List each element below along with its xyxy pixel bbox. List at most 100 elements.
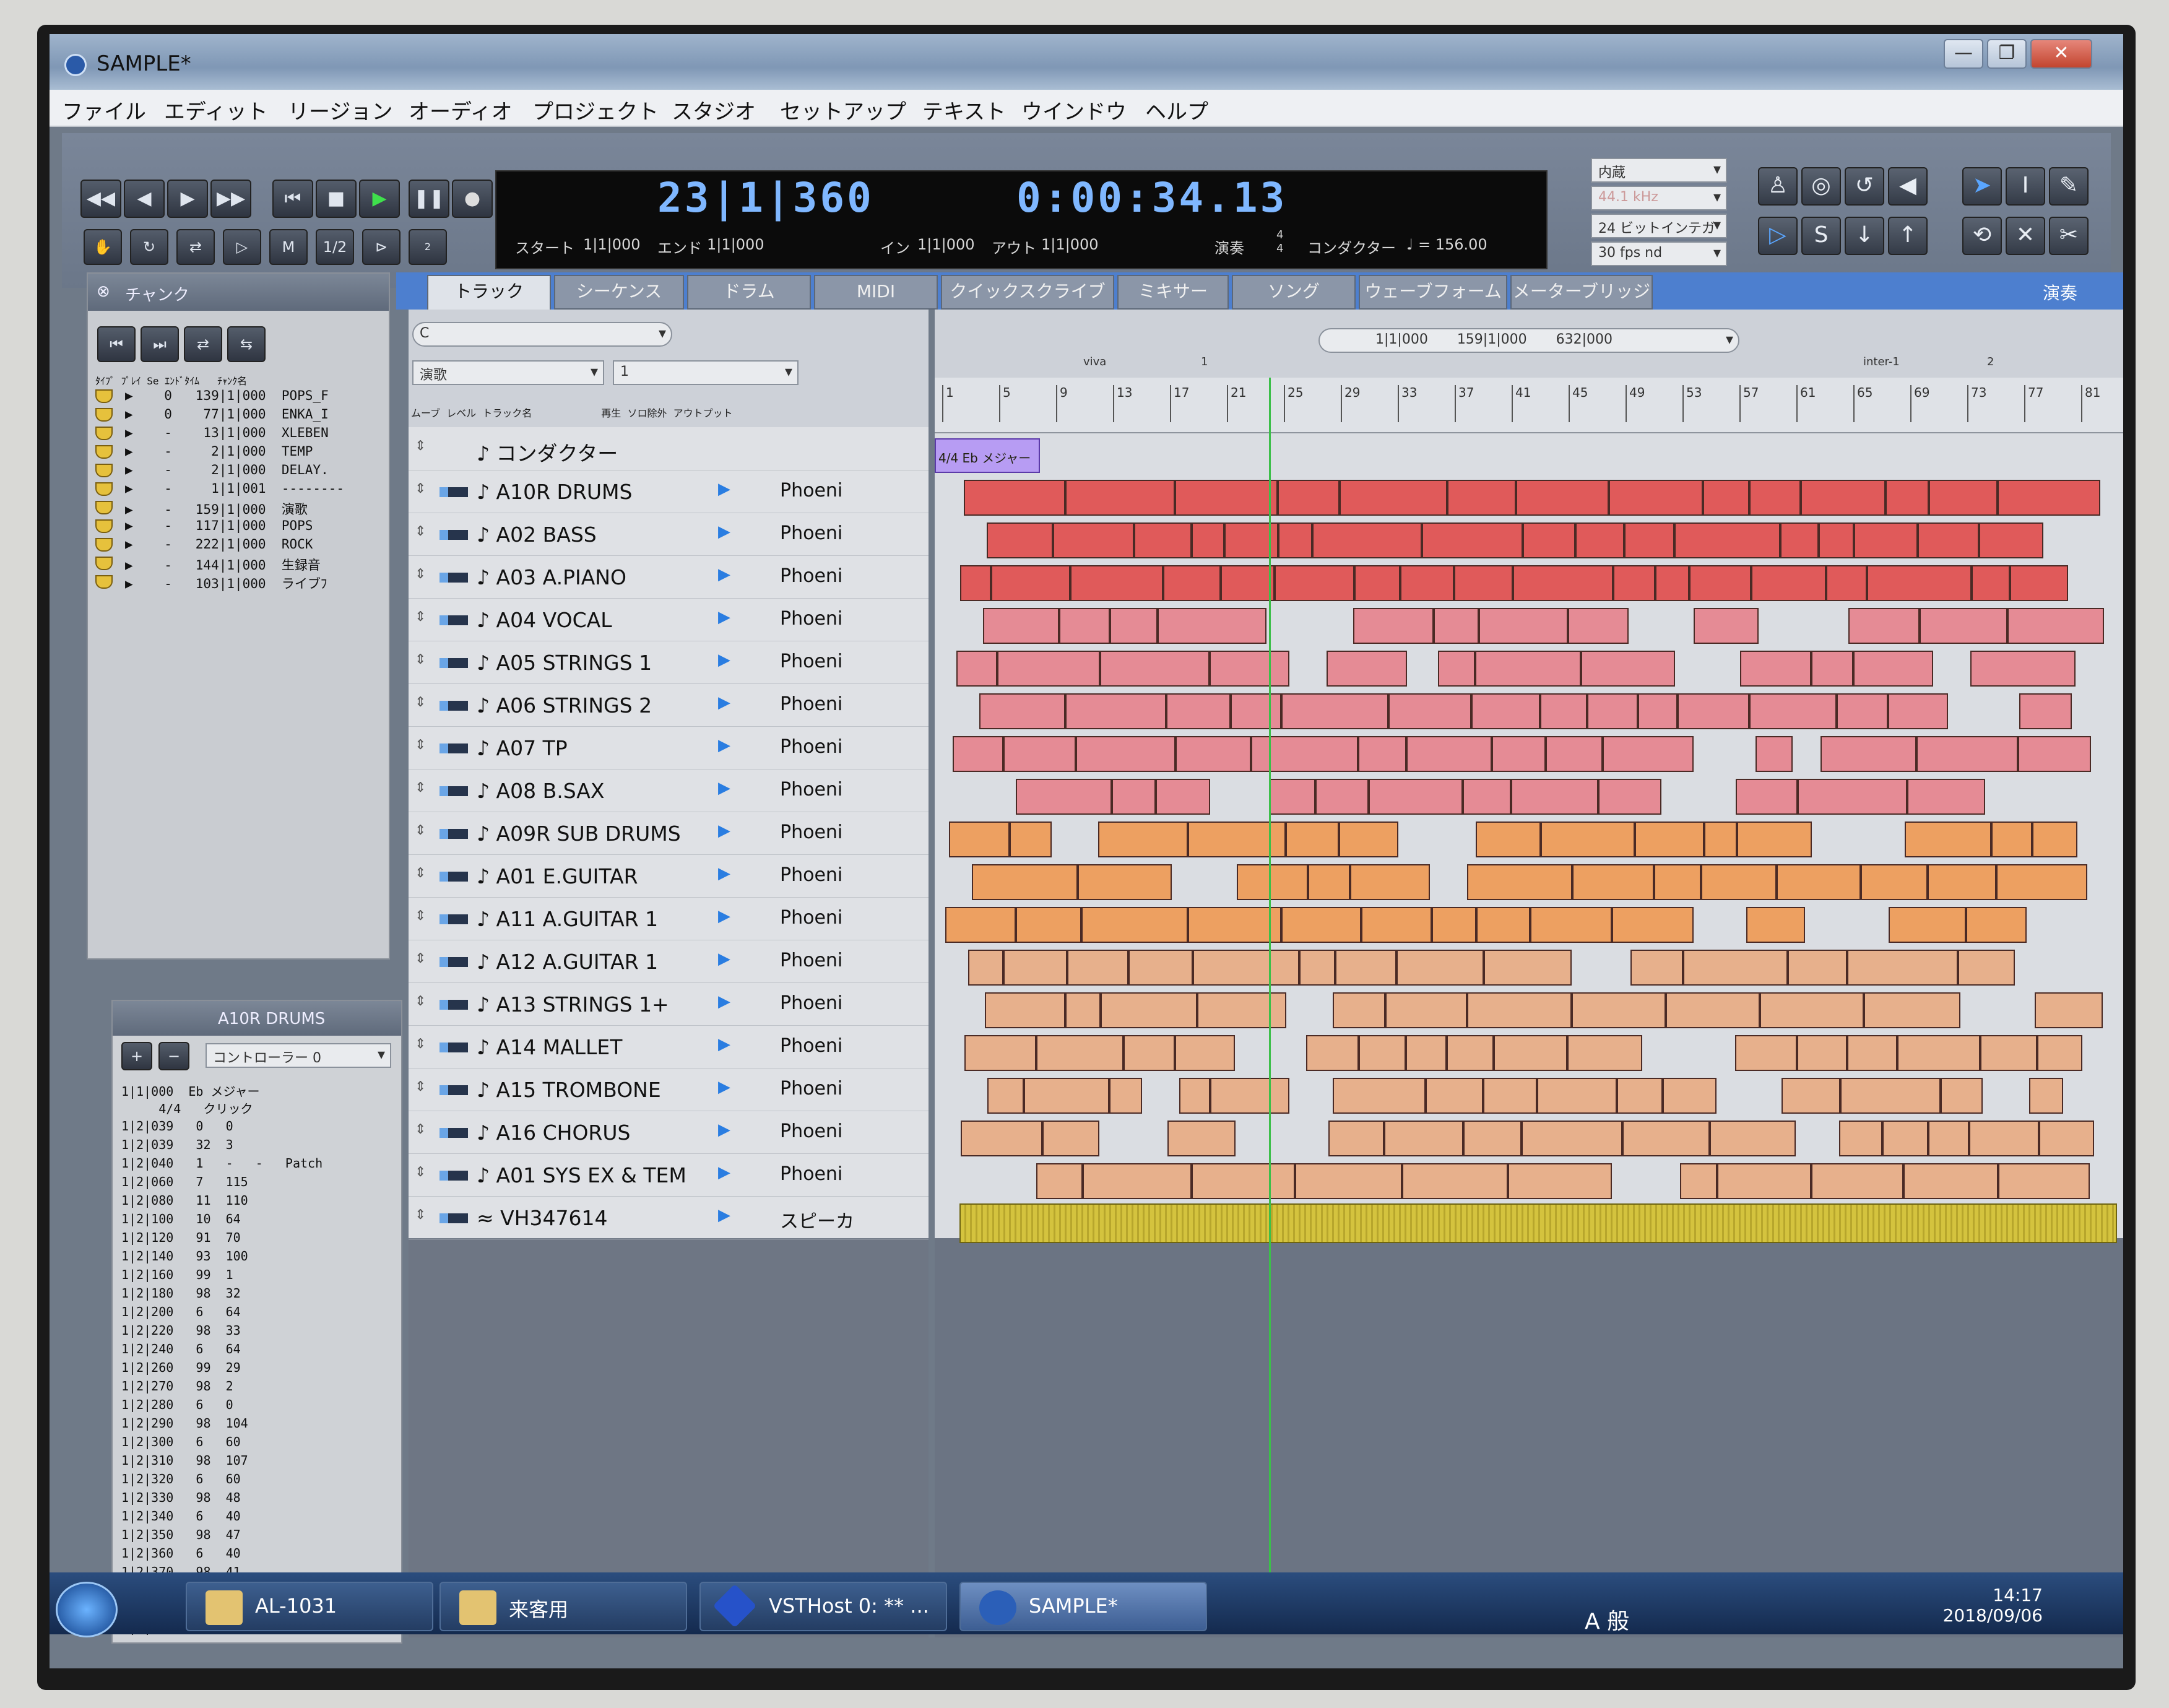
playhead[interactable] (1269, 378, 1271, 1579)
midi-region[interactable] (1434, 608, 1479, 644)
midi-region[interactable] (1059, 608, 1110, 644)
midi-region[interactable] (956, 651, 997, 687)
tab-meterbridge[interactable]: メーターブリッジ (1510, 275, 1653, 310)
midi-region[interactable] (1760, 992, 1864, 1028)
tab-mode-menu[interactable]: 演奏 (2043, 280, 2077, 305)
move-handle-icon[interactable]: ⇕ (415, 865, 426, 881)
track-row[interactable]: ⇕ ♪ A13 STRINGS 1+ ▶ Phoeni (409, 982, 929, 1026)
tab-song[interactable]: ソング (1232, 275, 1356, 310)
midi-region[interactable] (1100, 651, 1210, 687)
event-row[interactable]: 1|2|340 6 40 (121, 1509, 241, 1524)
midi-region[interactable] (997, 651, 1100, 687)
midi-region[interactable] (1306, 1035, 1359, 1071)
count-in-icon[interactable]: 2 BARS (409, 229, 447, 286)
midi-region[interactable] (1885, 480, 1929, 516)
mode-label[interactable]: 演奏 (1214, 236, 1244, 258)
midi-region[interactable] (1523, 522, 1575, 558)
midi-region[interactable] (1958, 950, 2015, 986)
play-enable-icon[interactable]: ▶ (718, 992, 730, 1011)
menu-setup[interactable]: セットアップ (780, 95, 906, 125)
selection-end[interactable]: 632|000 (1556, 332, 1613, 347)
midi-region[interactable] (1016, 907, 1081, 943)
midi-region[interactable] (1540, 693, 1587, 729)
chunk-row[interactable]: ▶ 0 139|1|000 POPS_F (125, 388, 329, 403)
midi-region[interactable] (1432, 907, 1476, 943)
go-to-start-button[interactable]: ⏮ (272, 180, 313, 218)
midi-region[interactable] (1281, 693, 1388, 729)
midi-region[interactable] (1916, 736, 2018, 772)
event-row[interactable]: 1|2|330 98 48 (121, 1490, 241, 1505)
tab-midi[interactable]: MIDI (814, 275, 938, 310)
midi-region[interactable] (985, 992, 1065, 1028)
midi-region[interactable] (1801, 480, 1885, 516)
midi-region[interactable] (1193, 950, 1299, 986)
midi-region[interactable] (1575, 522, 1624, 558)
midi-region[interactable] (1991, 821, 2032, 857)
track-output[interactable]: Phoeni (780, 1035, 842, 1057)
tempo-value[interactable]: ♩ = 156.00 (1406, 236, 1487, 253)
play-enable-icon[interactable]: ▶ (718, 693, 730, 712)
rewind-button[interactable]: ◀ (124, 180, 165, 218)
chunk-prev-icon[interactable]: ⏮ (97, 326, 136, 362)
play-enable-icon[interactable]: ▶ (718, 1035, 730, 1054)
midi-region[interactable] (1889, 907, 1966, 943)
menu-studio[interactable]: スタジオ (672, 95, 756, 125)
chunk-swap2-icon[interactable]: ⇆ (227, 326, 266, 362)
track-output[interactable]: Phoeni (780, 608, 842, 630)
metronome-icon[interactable]: ♙ (1758, 167, 1798, 206)
midi-region[interactable] (1635, 821, 1704, 857)
midi-region[interactable] (1101, 992, 1197, 1028)
move-handle-icon[interactable]: ⇕ (415, 1036, 426, 1052)
move-handle-icon[interactable]: ⇕ (415, 652, 426, 667)
fast-forward-button[interactable]: ▶▶ (210, 180, 251, 218)
chunk-row[interactable]: ▶ - 2|1|000 TEMP (125, 444, 313, 459)
midi-region[interactable] (1475, 651, 1581, 687)
tab-waveform[interactable]: ウェーブフォーム (1359, 275, 1507, 310)
menu-text[interactable]: テキスト (922, 95, 1006, 125)
marker-flag[interactable]: 2 (1987, 355, 1994, 368)
midi-region[interactable] (1076, 736, 1175, 772)
input-icon[interactable]: ▷ (1758, 217, 1798, 255)
midi-region[interactable] (1516, 480, 1609, 516)
track-row[interactable]: ⇕ ♪ A08 B.SAX ▶ Phoeni (409, 769, 929, 812)
tab-drums[interactable]: ドラム (687, 275, 811, 310)
midi-region[interactable] (2032, 821, 2077, 857)
midi-region[interactable] (1110, 608, 1158, 644)
event-row[interactable]: 1|2|039 32 3 (121, 1137, 233, 1152)
sample-rate-select[interactable]: 44.1 kHz (1591, 186, 1727, 210)
event-row[interactable]: 1|2|300 6 60 (121, 1434, 241, 1449)
midi-region[interactable] (2007, 608, 2104, 644)
midi-region[interactable] (1848, 608, 1920, 644)
midi-region[interactable] (1861, 864, 1928, 900)
midi-region[interactable] (1749, 693, 1837, 729)
event-row[interactable]: 1|2|240 6 64 (121, 1342, 241, 1356)
midi-region[interactable] (1471, 693, 1540, 729)
marker-flag[interactable]: inter-1 (1863, 355, 1900, 368)
midi-region[interactable] (2035, 992, 2103, 1028)
track-name[interactable]: ♪ A07 TP (477, 736, 568, 760)
menu-help[interactable]: ヘルプ (1145, 95, 1208, 125)
midi-region[interactable] (1479, 608, 1568, 644)
midi-region[interactable] (1251, 736, 1358, 772)
event-row[interactable]: 1|2|180 98 32 (121, 1286, 241, 1301)
midi-region[interactable] (1036, 1035, 1123, 1071)
midi-region[interactable] (1036, 1163, 1083, 1199)
midi-region[interactable] (1350, 864, 1430, 900)
track-row[interactable]: ⇕ ♪ A09R SUB DRUMS ▶ Phoeni (409, 812, 929, 855)
track-name[interactable]: ♪ A10R DRUMS (477, 480, 632, 504)
midi-region[interactable] (1920, 608, 2007, 644)
play-enable-icon[interactable]: ▶ (718, 1163, 730, 1182)
midi-region[interactable] (968, 950, 1003, 986)
play-enable-icon[interactable]: ▶ (718, 608, 730, 626)
midi-region[interactable] (1024, 1078, 1109, 1114)
midi-region[interactable] (1175, 480, 1278, 516)
minimize-button[interactable]: — (1944, 39, 1983, 69)
midi-region[interactable] (1175, 736, 1251, 772)
midi-region[interactable] (1369, 779, 1463, 815)
track-name[interactable]: ♪ A15 TROMBONE (477, 1078, 661, 1102)
out-value[interactable]: 1|1|000 (1041, 236, 1099, 253)
midi-region[interactable] (1278, 480, 1340, 516)
track-output[interactable]: Phoeni (780, 1121, 842, 1142)
track-name[interactable]: ♪ A11 A.GUITAR 1 (477, 907, 658, 931)
midi-region[interactable] (1897, 1035, 1980, 1071)
